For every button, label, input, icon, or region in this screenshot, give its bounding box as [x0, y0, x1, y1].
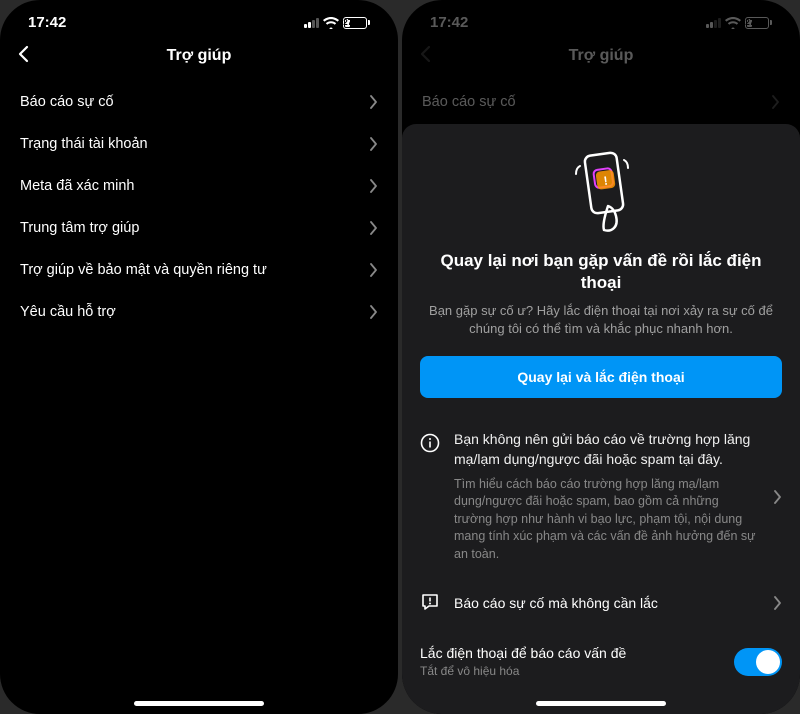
signal-icon — [706, 18, 721, 28]
chevron-right-icon — [774, 490, 782, 504]
menu-item-support-request[interactable]: Yêu cầu hỗ trợ — [20, 291, 378, 333]
bottom-sheet: ! Quay lại nơi bạn gặp vấn đề rồi lắc đi… — [402, 124, 800, 714]
status-time: 17:42 — [430, 14, 468, 31]
status-time: 17:42 — [28, 14, 66, 31]
menu-label: Trợ giúp về bảo mật và quyền riêng tư — [20, 262, 267, 278]
info-row-abuse-report[interactable]: Bạn không nên gửi báo cáo về trường hợp … — [420, 418, 782, 575]
wifi-icon — [323, 17, 339, 29]
toggle-label: Lắc điện thoại để báo cáo vấn đề — [420, 645, 734, 661]
illustration: ! — [420, 146, 782, 236]
status-bar: 17:42 27 — [0, 0, 398, 37]
chevron-right-icon — [370, 305, 378, 319]
menu-list: Báo cáo sự cố Trạng thái tài khoản Meta … — [0, 81, 398, 333]
chevron-right-icon — [772, 95, 780, 109]
menu-label: Báo cáo sự cố — [422, 94, 516, 110]
chevron-right-icon — [370, 263, 378, 277]
chevron-left-icon — [420, 45, 431, 63]
phone-screen-right: 17:42 27 Trợ giúp Báo cáo sự cố Trạng th… — [402, 0, 800, 714]
chevron-right-icon — [370, 179, 378, 193]
toggle-sublabel: Tắt để vô hiệu hóa — [420, 664, 734, 678]
menu-item-report-problem[interactable]: Báo cáo sự cố — [20, 81, 378, 123]
home-indicator[interactable] — [536, 701, 666, 706]
phone-screen-left: 17:42 27 Trợ giúp Báo cáo sự cố Trạng th… — [0, 0, 398, 714]
back-button[interactable] — [18, 45, 29, 68]
menu-label: Báo cáo sự cố — [20, 94, 114, 110]
go-back-and-shake-button[interactable]: Quay lại và lắc điện thoại — [420, 356, 782, 398]
chevron-right-icon — [774, 596, 782, 610]
row-shake-to-report-toggle: Lắc điện thoại để báo cáo vấn đề Tắt để … — [420, 631, 782, 678]
status-bar: 17:42 27 — [402, 0, 800, 37]
menu-item-meta-verified[interactable]: Meta đã xác minh — [20, 165, 378, 207]
shake-phone-icon: ! — [566, 146, 636, 236]
sheet-title: Quay lại nơi bạn gặp vấn đề rồi lắc điện… — [420, 250, 782, 294]
shake-toggle[interactable] — [734, 648, 782, 676]
page-title: Trợ giúp — [167, 47, 232, 65]
back-button — [420, 45, 431, 68]
menu-item-report-problem: Báo cáo sự cố — [422, 81, 780, 123]
menu-label: Trạng thái tài khoản — [20, 136, 148, 152]
menu-label: Yêu cầu hỗ trợ — [20, 304, 116, 320]
battery-icon: 27 — [745, 17, 772, 29]
menu-item-help-center[interactable]: Trung tâm trợ giúp — [20, 207, 378, 249]
home-indicator[interactable] — [134, 701, 264, 706]
nav-header: Trợ giúp — [0, 37, 398, 81]
wifi-icon — [725, 17, 741, 29]
row-report-without-shake[interactable]: Báo cáo sự cố mà không cần lắc — [420, 575, 782, 631]
nav-header: Trợ giúp — [402, 37, 800, 81]
row-label: Báo cáo sự cố mà không cần lắc — [454, 595, 760, 611]
signal-icon — [304, 18, 319, 28]
menu-label: Trung tâm trợ giúp — [20, 220, 139, 236]
info-icon — [420, 433, 440, 458]
status-right: 27 — [706, 17, 772, 29]
menu-label: Meta đã xác minh — [20, 178, 134, 194]
chevron-right-icon — [370, 221, 378, 235]
status-right: 27 — [304, 17, 370, 29]
info-title: Bạn không nên gửi báo cáo về trường hợp … — [454, 430, 760, 469]
menu-item-account-status[interactable]: Trạng thái tài khoản — [20, 123, 378, 165]
sheet-description: Bạn gặp sự cố ư? Hãy lắc điện thoại tại … — [420, 302, 782, 338]
info-subtitle: Tìm hiểu cách báo cáo trường hợp lăng mạ… — [454, 476, 760, 564]
chevron-left-icon — [18, 45, 29, 63]
report-bubble-icon — [420, 592, 440, 617]
chevron-right-icon — [370, 137, 378, 151]
page-title: Trợ giúp — [569, 47, 634, 65]
menu-item-privacy-help[interactable]: Trợ giúp về bảo mật và quyền riêng tư — [20, 249, 378, 291]
battery-icon: 27 — [343, 17, 370, 29]
chevron-right-icon — [370, 95, 378, 109]
